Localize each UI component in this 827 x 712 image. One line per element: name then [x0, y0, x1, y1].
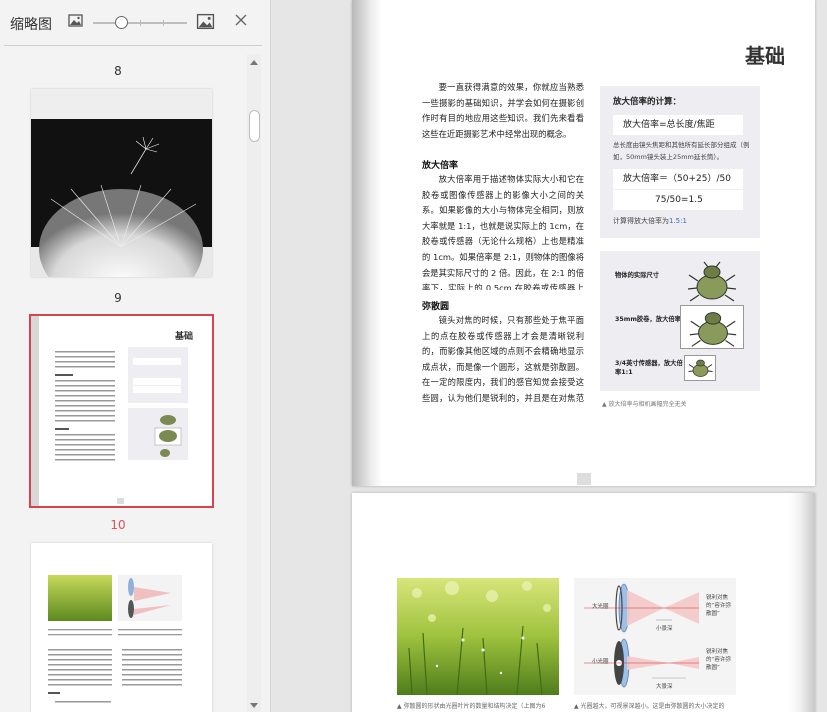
magnification-paragraph: 放大倍率用于描述物体实际大小和它在胶卷或图像传感器上的影像大小之间的关系。如果影…	[422, 174, 584, 290]
label-deep-depth: 大景深	[656, 684, 673, 690]
intro-paragraph: 要一直获得满意的效果，你就应当熟悉一些摄影的基础知识，并学会如何在摄影创作时有目…	[422, 82, 584, 139]
document-viewer[interactable]: 基础 要一直获得满意的效果，你就应当熟悉一些摄影的基础知识，并学会如何在摄影创作…	[272, 0, 827, 712]
thumbnail-page-8[interactable]	[31, 89, 212, 277]
calc-note: 总长度由镜头焦距和其他所有延长部分组成（例如，50mm镜头装上25mm延长筒）。	[613, 141, 750, 161]
thumbnail-page-9[interactable]: 基础	[29, 314, 214, 508]
page-title: 基础	[745, 44, 785, 68]
sidebar-scrollbar[interactable]	[247, 54, 261, 712]
label-small-aperture: 小光圈	[592, 659, 609, 665]
figure-caption-right: ▲ 光圈越大，可视景深越小。这是由弥散圆的大小决定的	[574, 703, 725, 710]
page-9: 基础 要一直获得满意的效果，你就应当熟悉一些摄影的基础知识，并学会如何在摄影创作…	[352, 0, 815, 486]
page-9-miniature: 基础	[31, 316, 193, 506]
scrollbar-thumb[interactable]	[249, 110, 260, 142]
dandelion-image	[31, 119, 212, 277]
page-gutter-shadow	[789, 493, 815, 712]
section-heading-magnification: 放大倍率	[422, 161, 459, 171]
beetle-sensor-frame	[684, 355, 716, 381]
calc-result: 计算得放大倍率为1.5:1	[613, 217, 687, 225]
aperture-diagram: 大光圈 小光圈 小景深 大景深 锐利对焦的“容许弥散圆” 锐利对焦的“容许弥散圆…	[574, 578, 736, 695]
page-10-miniature	[48, 575, 182, 703]
image-large-icon[interactable]	[196, 12, 215, 31]
formula-3: 75/50=1.5	[613, 190, 743, 210]
label-circle-top: 锐利对焦的“容许弥散圆”	[706, 595, 731, 617]
grass-bokeh-image	[397, 578, 559, 695]
thumbnail-page-number: 8	[114, 64, 122, 78]
page-10: 大光圈 小光圈 小景深 大景深 锐利对焦的“容许弥散圆” 锐利对焦的“容许弥散圆…	[352, 493, 815, 712]
beetle-35mm-frame	[680, 305, 744, 349]
sidebar-toolbar: 缩略图	[0, 0, 271, 46]
page-gutter-shadow	[352, 0, 382, 486]
thumbnail-page-10[interactable]	[31, 543, 212, 712]
svg-text:基础: 基础	[174, 330, 193, 342]
beetle-illustration-box: 物体的实际尺寸 35mm胶卷，放大倍率1:1 3/4英寸传感器，放大倍率1:1	[600, 251, 760, 391]
beetle-icon	[688, 359, 713, 377]
beetle-icon	[689, 312, 737, 347]
calculation-box: 放大倍率的计算： 放大倍率=总长度/焦距 总长度由镜头焦距和其他所有延长部分组成…	[600, 86, 760, 238]
thumbnail-page-number: 9	[114, 291, 122, 305]
thumbnail-list: 8 9 基础 10	[0, 46, 247, 712]
image-small-icon[interactable]	[67, 12, 85, 30]
formula-2: 放大倍率＝（50+25）/50	[613, 169, 743, 189]
sidebar-title: 缩略图	[10, 17, 52, 33]
close-icon[interactable]	[233, 12, 249, 28]
label-shallow-depth: 小景深	[656, 626, 673, 632]
formula-1: 放大倍率=总长度/焦距	[613, 115, 743, 135]
label-circle-bottom: 锐利对焦的“容许弥散圆”	[706, 649, 731, 671]
scroll-down-arrow[interactable]	[250, 703, 258, 708]
calc-title: 放大倍率的计算：	[613, 97, 682, 107]
zoom-slider[interactable]	[93, 20, 187, 26]
beetle-label-actual: 物体的实际尺寸	[615, 272, 660, 279]
circle-of-confusion-paragraph: 镜头对焦的时候，只有那些处于焦平面上的点在胶卷或传感器上才会是清晰锐利的，而影像…	[422, 315, 584, 403]
figure-caption: ▲ 放大倍率与相机画幅完全无关	[602, 401, 687, 408]
figure-caption-left: ▲ 弥散圆的形状由光圈叶片的数量和结构决定（上图为6	[397, 703, 546, 710]
thumbnail-page-number: 10	[110, 518, 126, 532]
beetle-label-sensor: 3/4英寸传感器，放大倍率1:1	[615, 360, 683, 376]
section-heading-circle-of-confusion: 弥散圆	[422, 302, 450, 312]
page-number-tab	[577, 473, 591, 485]
beetle-icon	[687, 261, 737, 302]
scroll-up-arrow[interactable]	[250, 60, 258, 65]
label-large-aperture: 大光圈	[592, 604, 609, 610]
thumbnail-sidebar: 缩略图 8 9 基础 10	[0, 0, 271, 712]
zoom-slider-handle[interactable]	[114, 16, 128, 29]
